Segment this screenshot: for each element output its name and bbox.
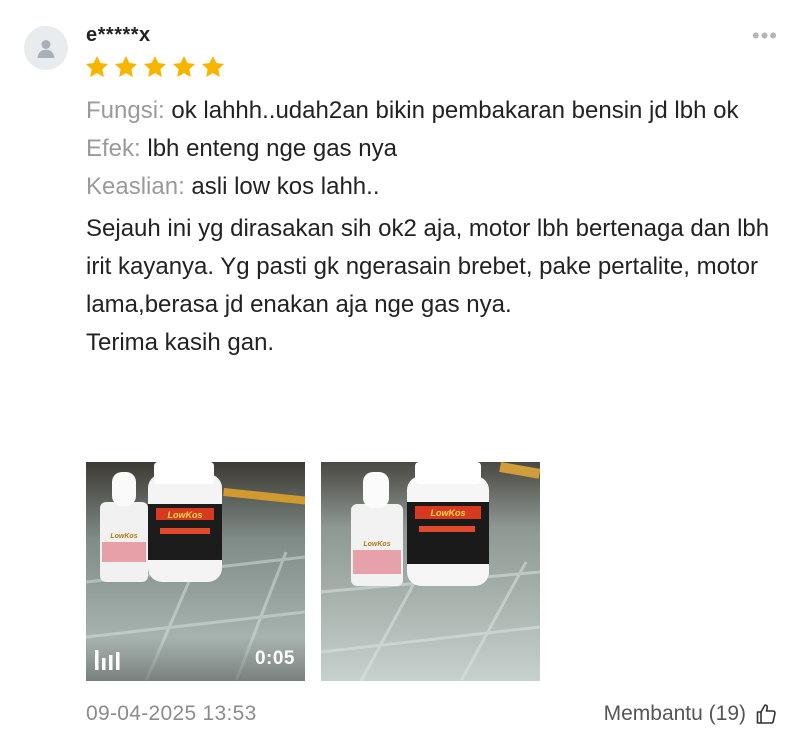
attribute-value: lbh enteng nge gas nya [147, 135, 397, 162]
thumbs-up-icon [756, 704, 776, 724]
svg-text:LowKos: LowKos [363, 541, 390, 548]
review-footer: 09-04-2025 13:53 Membantu (19) [86, 702, 778, 726]
more-options-button[interactable]: ••• [751, 23, 778, 48]
star-icon [201, 55, 225, 77]
star-rating [84, 54, 226, 80]
attribute-value: asli low kos lahh.. [191, 173, 380, 200]
attribute-label: Fungsi: [86, 97, 165, 124]
attribute-value: ok lahhh..udah2an bikin pembakaran bensi… [171, 97, 739, 124]
star-icon [114, 55, 138, 77]
product-photo-image: LowKos LowKos [321, 462, 540, 681]
star-icon [172, 55, 196, 77]
video-bars-icon [95, 650, 120, 670]
attribute-label: Keaslian: [86, 173, 185, 200]
video-duration: 0:05 [254, 648, 295, 669]
star-icon [143, 55, 167, 77]
attribute-efek: Efek: lbh enteng nge gas nya [86, 130, 776, 168]
review-video-thumbnail[interactable]: LowKos LowKos 0:05 [86, 462, 305, 681]
attribute-label: Efek: [86, 135, 141, 162]
review-body-paragraph: Terima kasih gan. [86, 329, 275, 356]
more-horizontal-icon: ••• [751, 23, 778, 48]
star-icon [85, 55, 109, 77]
review-body-paragraph: Sejauh ini yg dirasakan sih ok2 aja, mot… [86, 215, 770, 318]
review-content: Fungsi: ok lahhh..udah2an bikin pembakar… [86, 92, 776, 362]
reviewer-name: e*****x [86, 24, 151, 46]
user-icon [37, 40, 55, 58]
video-overlay: 0:05 [86, 637, 305, 681]
attribute-fungsi: Fungsi: ok lahhh..udah2an bikin pembakar… [86, 92, 776, 130]
helpful-label: Membantu (19) [603, 702, 746, 725]
review-body: Sejauh ini yg dirasakan sih ok2 aja, mot… [86, 210, 776, 362]
svg-text:LowKos: LowKos [431, 508, 466, 518]
review-media: LowKos LowKos 0:05 LowKos LowKos [86, 462, 540, 681]
svg-text:LowKos: LowKos [168, 510, 203, 520]
attribute-keaslian: Keaslian: asli low kos lahh.. [86, 168, 776, 206]
avatar[interactable] [24, 26, 68, 70]
svg-text:LowKos: LowKos [110, 533, 137, 540]
helpful-button[interactable]: Membantu (19) [604, 702, 778, 726]
review-photo-thumbnail[interactable]: LowKos LowKos [321, 462, 540, 681]
review-timestamp: 09-04-2025 13:53 [86, 702, 257, 725]
